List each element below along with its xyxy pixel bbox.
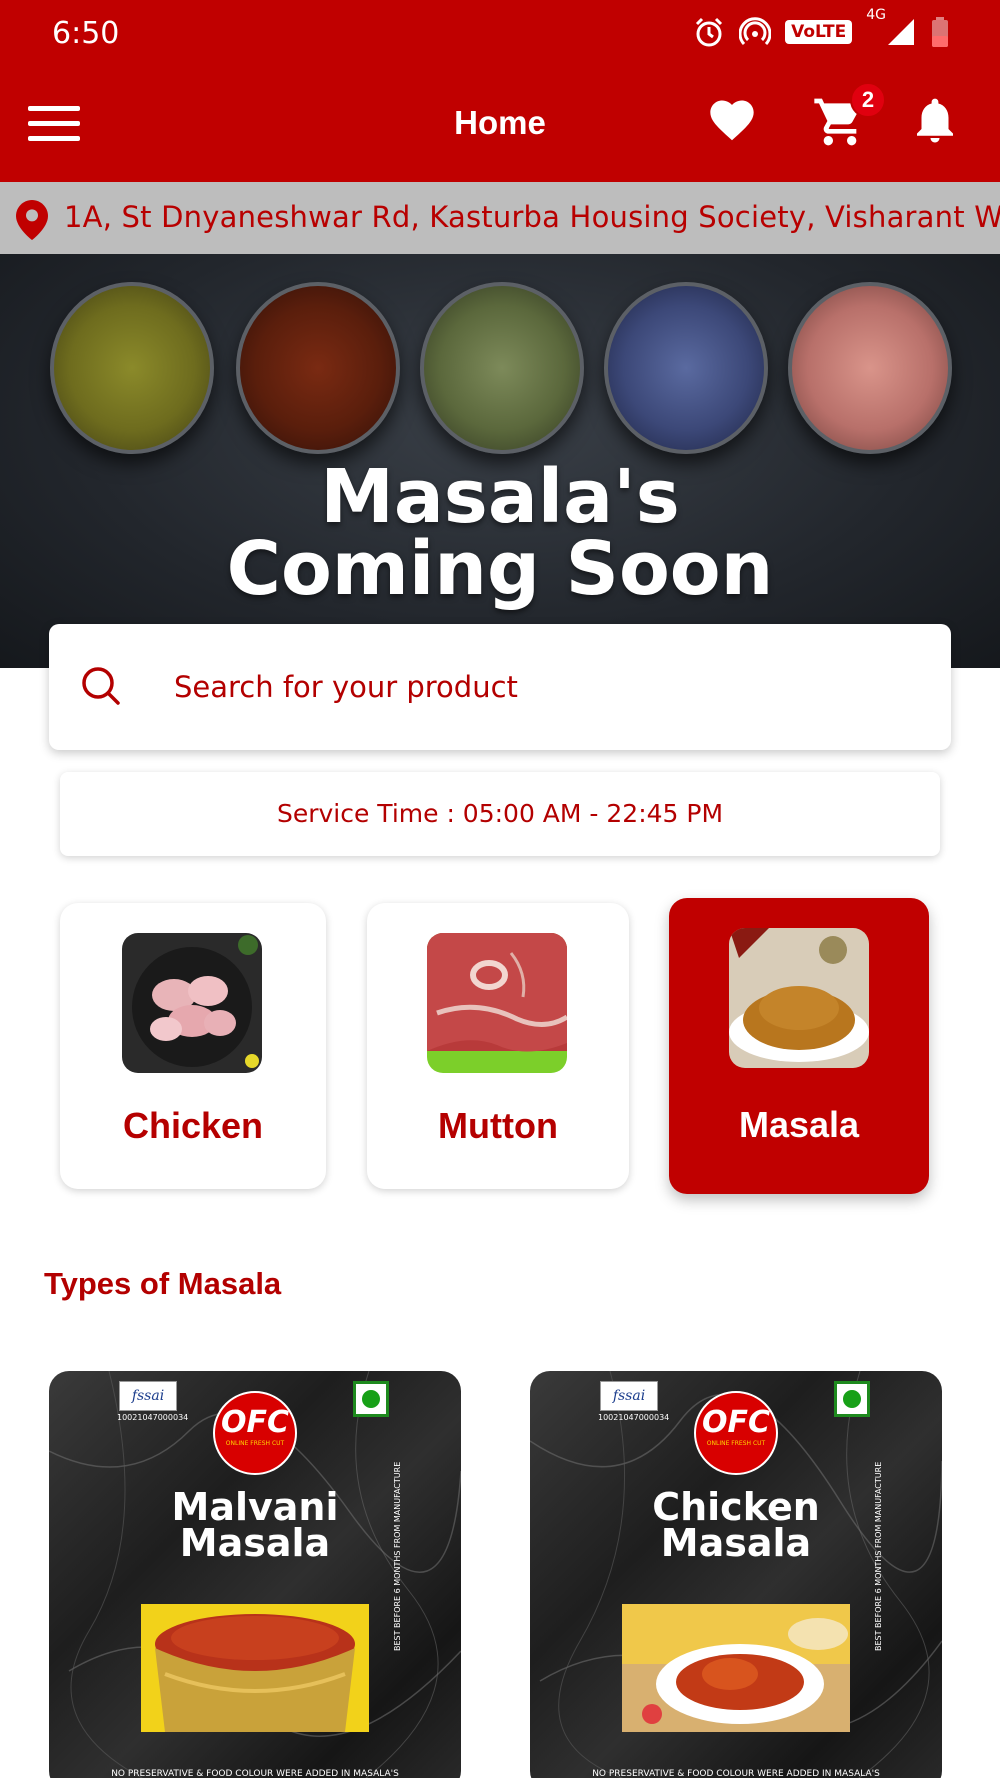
bell-icon[interactable] bbox=[908, 92, 962, 148]
veg-icon bbox=[353, 1381, 389, 1417]
promo-banner[interactable]: Masala's Coming Soon bbox=[0, 254, 1000, 668]
ofc-logo: OFC ONLINE FRESH CUT bbox=[213, 1391, 297, 1475]
status-bar: 6:50 VoLTE 4G bbox=[0, 0, 1000, 72]
fssai-logo: fssai bbox=[600, 1381, 658, 1411]
chicken-image bbox=[122, 933, 262, 1073]
banner-headline-2: Coming Soon bbox=[226, 526, 774, 612]
product-card-chicken-masala[interactable]: fssai 10021047000034 OFC ONLINE FRESH CU… bbox=[530, 1371, 942, 1778]
no-preservative-text: NO PRESERVATIVE & FOOD COLOUR WERE ADDED… bbox=[592, 1769, 880, 1778]
malvani-masala-image bbox=[141, 1604, 369, 1732]
spice-bowl-chili bbox=[236, 282, 400, 454]
signal-icon bbox=[888, 19, 914, 45]
category-label: Chicken bbox=[122, 1105, 264, 1146]
fssai-number: 10021047000034 bbox=[598, 1413, 670, 1422]
spice-bowl-lavender bbox=[604, 282, 768, 454]
location-pin-icon bbox=[16, 200, 48, 240]
ofc-logo: OFC ONLINE FRESH CUT bbox=[694, 1391, 778, 1475]
no-preservative-text: NO PRESERVATIVE & FOOD COLOUR WERE ADDED… bbox=[111, 1769, 399, 1778]
shelf-life-text: BEST BEFORE 6 MONTHS FROM MANUFACTURE bbox=[874, 1461, 883, 1651]
alarm-icon bbox=[696, 17, 723, 47]
section-title: Types of Masala bbox=[44, 1266, 282, 1301]
status-time: 6:50 bbox=[52, 16, 120, 51]
status-icons: VoLTE 4G bbox=[693, 7, 950, 48]
battery-icon bbox=[932, 17, 948, 47]
fssai-number: 10021047000034 bbox=[117, 1413, 189, 1422]
spice-bowl-mung bbox=[50, 282, 214, 454]
masala-image bbox=[729, 928, 869, 1068]
cart-count-badge: 2 bbox=[850, 82, 886, 118]
network-type: 4G bbox=[866, 7, 886, 23]
service-time-banner: Service Time : 05:00 AM - 22:45 PM bbox=[60, 772, 940, 856]
search-input[interactable]: Search for your product bbox=[49, 624, 951, 750]
category-chicken[interactable]: Chicken bbox=[60, 903, 326, 1189]
hotspot-icon bbox=[739, 17, 772, 46]
category-masala[interactable]: Masala bbox=[669, 898, 929, 1194]
address-bar[interactable]: 1A, St Dnyaneshwar Rd, Kasturba Housing … bbox=[0, 182, 1000, 254]
category-label: Masala bbox=[738, 1104, 860, 1145]
delivery-address: 1A, St Dnyaneshwar Rd, Kasturba Housing … bbox=[64, 200, 1000, 234]
heart-icon[interactable] bbox=[706, 94, 758, 146]
category-label: Mutton bbox=[438, 1105, 558, 1146]
search-icon bbox=[82, 667, 120, 705]
mutton-image bbox=[427, 933, 567, 1073]
spice-bowl-salt bbox=[788, 282, 952, 454]
spice-bowl-fennel bbox=[420, 282, 584, 454]
app-bar: Home 2 bbox=[0, 72, 1000, 182]
shelf-life-text: BEST BEFORE 6 MONTHS FROM MANUFACTURE bbox=[393, 1461, 402, 1651]
veg-icon bbox=[834, 1381, 870, 1417]
fssai-logo: fssai bbox=[119, 1381, 177, 1411]
category-mutton[interactable]: Mutton bbox=[367, 903, 629, 1189]
chicken-masala-image bbox=[622, 1604, 850, 1732]
volte-badge: VoLTE bbox=[785, 20, 853, 44]
search-placeholder: Search for your product bbox=[174, 670, 518, 704]
product-card-malvani-masala[interactable]: fssai 10021047000034 OFC ONLINE FRESH CU… bbox=[49, 1371, 461, 1778]
